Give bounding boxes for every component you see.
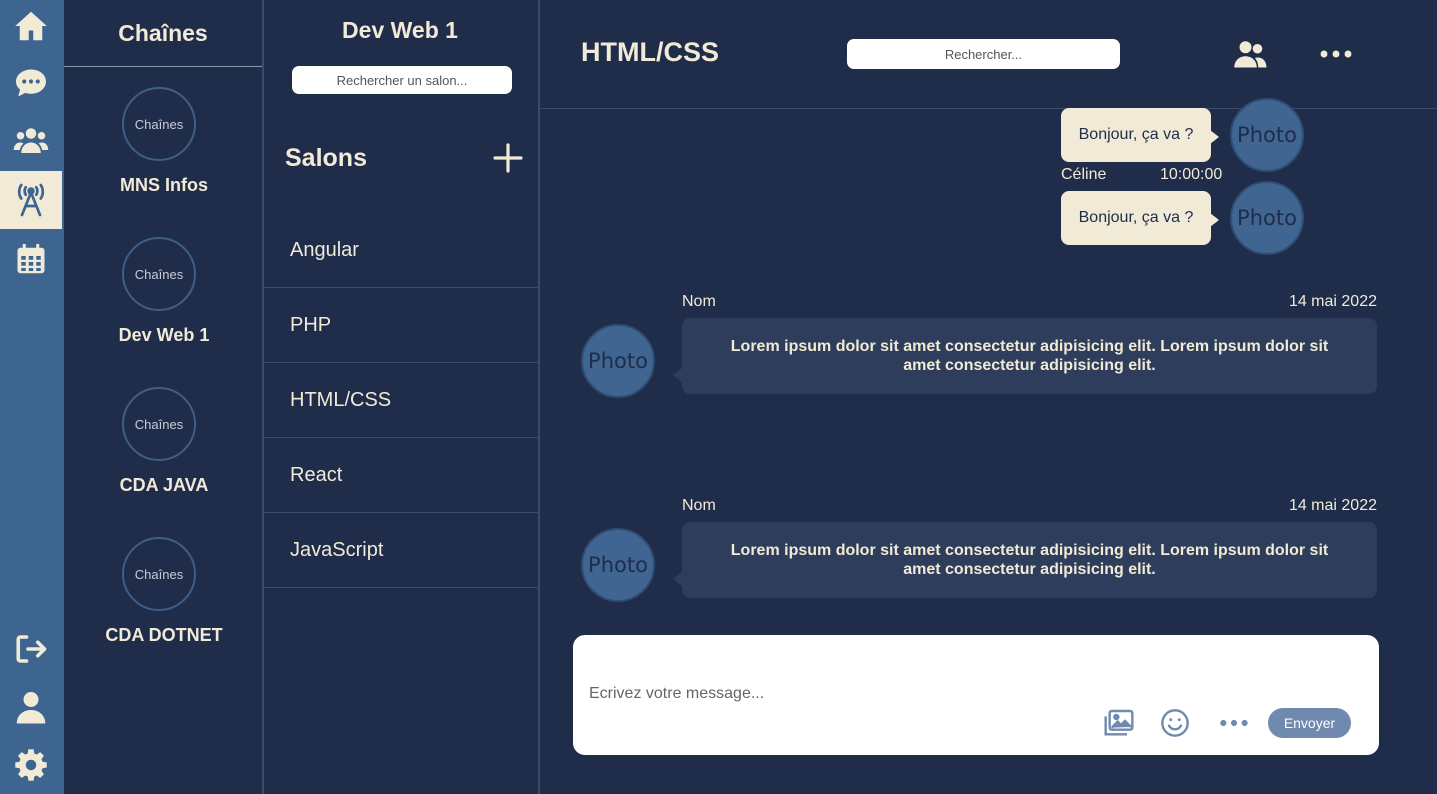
channel-name: CDA JAVA	[119, 475, 209, 495]
message-author: Nom	[682, 497, 716, 514]
message-time: 10:00:00	[1160, 166, 1223, 183]
chat-icon	[16, 69, 46, 97]
more-icon[interactable]	[1218, 707, 1250, 739]
avatar: Photo	[1230, 98, 1304, 172]
icon-rail	[0, 0, 64, 794]
rooms-panel: Dev Web 1 Salons Angular PHP HTML/CSS Re…	[264, 0, 540, 794]
room-search-input[interactable]	[292, 66, 512, 94]
emoji-icon[interactable]	[1159, 707, 1191, 739]
room-item-javascript[interactable]: JavaScript	[264, 513, 538, 588]
message-input[interactable]	[589, 679, 1089, 709]
room-list: Angular PHP HTML/CSS React JavaScript	[264, 213, 538, 588]
groups-button[interactable]	[0, 112, 62, 170]
settings-button[interactable]	[0, 736, 62, 794]
home-icon	[15, 11, 47, 41]
home-button[interactable]	[0, 0, 62, 55]
room-item-react[interactable]: React	[264, 438, 538, 513]
channels-title: Chaînes	[64, 0, 262, 67]
room-item-php[interactable]: PHP	[264, 288, 538, 363]
user-icon	[16, 692, 46, 724]
channel-avatar: Chaînes	[122, 387, 196, 461]
own-message-bubble: Bonjour, ça va ?	[1061, 191, 1219, 245]
messages-button[interactable]	[0, 54, 62, 112]
page-title: HTML/CSS	[581, 37, 719, 67]
channel-avatar: Chaînes	[122, 537, 196, 611]
channels-button[interactable]	[0, 171, 62, 229]
gear-icon	[15, 749, 47, 781]
avatar: Photo	[1230, 181, 1304, 255]
room-item-angular[interactable]: Angular	[264, 213, 538, 288]
calendar-icon	[17, 244, 45, 274]
own-message-bubble: Bonjour, ça va ?	[1061, 108, 1219, 162]
message-search-input[interactable]	[847, 39, 1120, 69]
channel-avatar: Chaînes	[122, 87, 196, 161]
channels-panel: Chaînes Chaînes MNS Infos Chaînes Dev We…	[64, 0, 264, 794]
rooms-title: Dev Web 1	[342, 17, 458, 43]
more-options-icon[interactable]	[1318, 36, 1354, 72]
channel-item[interactable]: Chaînes MNS Infos	[64, 87, 264, 217]
channel-avatar: Chaînes	[122, 237, 196, 311]
room-item-html-css[interactable]: HTML/CSS	[264, 363, 538, 438]
message-date: 14 mai 2022	[1288, 497, 1377, 514]
channel-item[interactable]: Chaînes CDA DOTNET	[64, 537, 264, 667]
broadcast-tower-icon	[17, 183, 45, 217]
chat-header: HTML/CSS	[541, 0, 1437, 109]
message-bubble: Lorem ipsum dolor sit amet consectetur a…	[673, 522, 1377, 598]
users-icon	[13, 128, 49, 153]
channel-item[interactable]: Chaînes Dev Web 1	[64, 237, 264, 367]
salons-heading: Salons	[285, 144, 367, 172]
avatar: Photo	[581, 324, 655, 398]
message-date: 14 mai 2022	[1288, 293, 1377, 310]
message-author: Nom	[682, 293, 716, 310]
members-icon[interactable]	[1232, 36, 1268, 72]
message-composer: Envoyer	[573, 635, 1379, 755]
chat-main: HTML/CSS Bonjour, ça va ? Photo Céline 1…	[541, 0, 1437, 794]
add-room-button[interactable]	[490, 140, 526, 176]
channel-name: Dev Web 1	[118, 325, 210, 345]
avatar: Photo	[581, 528, 655, 602]
channel-name: CDA DOTNET	[105, 625, 223, 645]
calendar-button[interactable]	[0, 230, 62, 288]
logout-button[interactable]	[0, 620, 62, 678]
profile-button[interactable]	[0, 678, 62, 736]
channel-name: MNS Infos	[120, 175, 208, 195]
image-upload-icon[interactable]	[1103, 707, 1135, 739]
channel-item[interactable]: Chaînes CDA JAVA	[64, 387, 264, 517]
message-bubble: Lorem ipsum dolor sit amet consectetur a…	[673, 318, 1377, 394]
message-author: Céline	[1061, 166, 1107, 183]
logout-icon	[16, 635, 47, 663]
send-button[interactable]: Envoyer	[1268, 708, 1351, 738]
